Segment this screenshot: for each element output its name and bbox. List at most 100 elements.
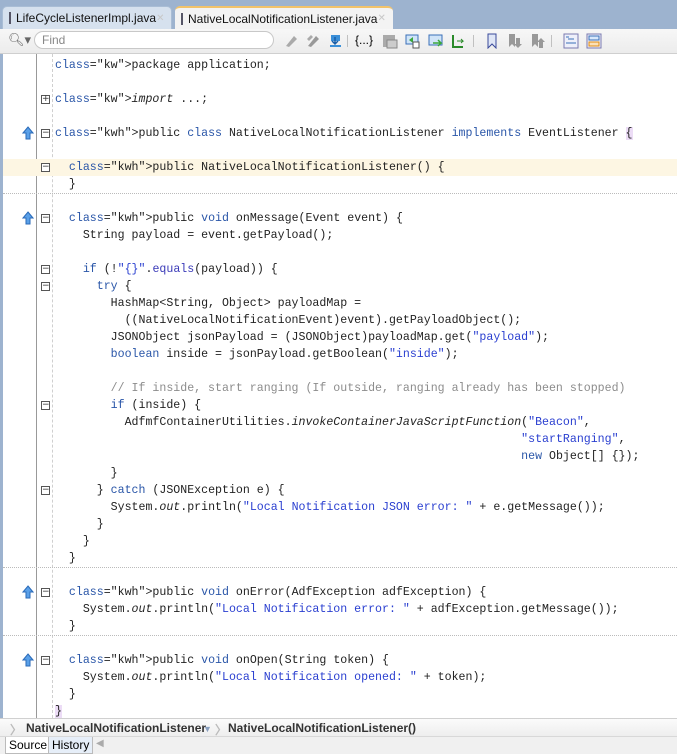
code-text: new Object[] {});	[521, 450, 640, 463]
collapse-fold-icon[interactable]: −	[41, 486, 50, 495]
editor-toolbar: 🔍︎▾ Find {...}	[0, 29, 677, 54]
tab-nativelocalnotificationlistener[interactable]: NativeLocalNotificationListener.java ✕	[175, 6, 393, 29]
code-line[interactable]	[3, 635, 677, 653]
code-line[interactable]: JSONObject jsonPayload = (JSONObject)pay…	[3, 329, 677, 346]
collapse-fold-icon[interactable]: −	[41, 282, 50, 291]
code-line[interactable]	[3, 142, 677, 159]
editor-tab-bar: LifeCycleListenerImpl.java ✕ NativeLocal…	[0, 0, 677, 29]
tab-label: NativeLocalNotificationListener.java	[188, 11, 378, 26]
code-line[interactable]: − if (!"{}".equals(payload)) {	[3, 261, 677, 278]
code-line[interactable]: ((NativeLocalNotificationEvent)event).ge…	[3, 312, 677, 329]
code-text: String payload = event.getPayload();	[55, 229, 334, 242]
code-line[interactable]: new Object[] {});	[3, 448, 677, 465]
shift-left-icon[interactable]	[405, 33, 421, 49]
code-text: "startRanging",	[521, 433, 626, 446]
override-arrow-up-icon[interactable]	[21, 126, 35, 140]
tab-lifecyclelistenerimpl[interactable]: LifeCycleListenerImpl.java ✕	[2, 6, 172, 29]
collapse-fold-icon[interactable]: −	[41, 401, 50, 410]
collapse-fold-icon[interactable]: −	[41, 163, 50, 172]
chevron-down-icon[interactable]: ▼	[203, 724, 212, 734]
override-arrow-up-icon[interactable]	[21, 653, 35, 667]
search-icon[interactable]: 🔍︎▾	[8, 32, 34, 50]
tab-history[interactable]: History	[48, 737, 94, 754]
code-line[interactable]: String payload = event.getPayload();	[3, 227, 677, 244]
code-line[interactable]: System.out.println("Local Notification J…	[3, 499, 677, 516]
code-line[interactable]: }	[3, 686, 677, 703]
code-text: if (!"{}".equals(payload)) {	[82, 263, 278, 276]
next-bookmark-icon[interactable]	[507, 33, 523, 49]
override-arrow-up-icon[interactable]	[21, 585, 35, 599]
code-line[interactable]	[3, 108, 677, 125]
code-text: }	[55, 688, 76, 701]
code-text: }	[55, 467, 118, 480]
code-text: }	[55, 620, 76, 633]
code-line[interactable]: System.out.println("Local Notification e…	[3, 601, 677, 618]
code-text: }	[55, 178, 76, 191]
code-line[interactable]: HashMap<String, Object> payloadMap =	[3, 295, 677, 312]
collapse-fold-icon[interactable]: −	[41, 129, 50, 138]
close-icon[interactable]: ✕	[156, 13, 164, 24]
uncomment-icon[interactable]	[586, 33, 602, 49]
code-line[interactable]	[3, 193, 677, 211]
collapse-fold-icon[interactable]: −	[41, 265, 50, 274]
tab-source[interactable]: Source	[5, 737, 52, 754]
previous-bookmark-icon[interactable]	[530, 33, 546, 49]
code-line[interactable]: }	[3, 550, 677, 567]
breadcrumb-constructor[interactable]: NativeLocalNotificationListener()	[228, 721, 416, 735]
code-text: JSONObject jsonPayload = (JSONObject)pay…	[55, 331, 549, 344]
comment-icon[interactable]	[563, 33, 579, 49]
code-line[interactable]: }	[3, 176, 677, 193]
code-line[interactable]	[3, 74, 677, 91]
collapse-fold-icon[interactable]: −	[41, 214, 50, 223]
next-occurrence-icon[interactable]	[305, 33, 321, 49]
code-line[interactable]	[3, 244, 677, 261]
find-input[interactable]: Find	[34, 31, 274, 49]
toggle-line-numbers-icon[interactable]	[382, 33, 398, 49]
code-line[interactable]: − class="kwh">public class NativeLocalNot…	[3, 125, 677, 142]
code-line[interactable]: − try {	[3, 278, 677, 295]
code-line[interactable]: }	[3, 465, 677, 482]
code-text: }	[55, 518, 104, 531]
previous-occurrence-icon[interactable]	[283, 33, 299, 49]
toggle-highlight-icon[interactable]	[327, 33, 343, 49]
code-line[interactable]: class="kw">package application;	[3, 57, 677, 74]
code-line[interactable]: boolean inside = jsonPayload.getBoolean(…	[3, 346, 677, 363]
collapse-fold-icon[interactable]: −	[41, 656, 50, 665]
code-line[interactable]: − class="kwh">public NativeLocalNotifica…	[3, 159, 677, 176]
scroll-left-icon[interactable]: ◀	[96, 738, 104, 749]
format-icon[interactable]	[451, 33, 467, 49]
shift-right-icon[interactable]	[428, 33, 444, 49]
tab-label: LifeCycleListenerImpl.java	[16, 11, 157, 25]
code-line[interactable]: AdfmfContainerUtilities.invokeContainerJ…	[3, 414, 677, 431]
code-line[interactable]: − class="kwh">public void onError(AdfExc…	[3, 584, 677, 601]
code-text: if (inside) {	[110, 399, 202, 412]
code-line[interactable]: − } catch (JSONException e) {	[3, 482, 677, 499]
expand-fold-icon[interactable]: +	[41, 95, 50, 104]
code-editor[interactable]: class="kw">package application; + class="k…	[0, 54, 677, 718]
code-line[interactable]: System.out.println("Local Notification o…	[3, 669, 677, 686]
code-line[interactable]: }	[3, 533, 677, 550]
code-line[interactable]: }	[3, 516, 677, 533]
code-line[interactable]: − class="kwh">public void onOpen(String …	[3, 652, 677, 669]
code-text: class="kwh">public void onOpen(String to…	[68, 654, 389, 667]
code-line[interactable]: "startRanging",	[3, 431, 677, 448]
code-text: System.out.println("Local Notification J…	[55, 501, 605, 514]
code-text: boolean inside = jsonPayload.getBoolean(…	[110, 348, 459, 361]
toggle-bookmark-icon[interactable]	[484, 33, 500, 50]
close-icon[interactable]: ✕	[377, 13, 385, 24]
breadcrumb-class[interactable]: NativeLocalNotificationListener	[26, 721, 206, 735]
code-text: ((NativeLocalNotificationEvent)event).ge…	[55, 314, 522, 327]
code-line[interactable]: + class="kw">import ...;	[3, 91, 677, 108]
code-line[interactable]	[3, 567, 677, 585]
code-line[interactable]: // If inside, start ranging (If outside,…	[3, 380, 677, 397]
code-line[interactable]: }	[3, 618, 677, 635]
code-text: System.out.println("Local Notification o…	[55, 671, 487, 684]
collapse-fold-icon[interactable]: −	[41, 588, 50, 597]
match-brace-icon[interactable]: {...}	[355, 33, 373, 49]
code-line[interactable]	[3, 363, 677, 380]
code-line[interactable]: − if (inside) {	[3, 397, 677, 414]
code-text: class="kwh">public void onMessage(Event …	[68, 212, 403, 225]
code-text: HashMap<String, Object> payloadMap =	[55, 297, 362, 310]
code-line[interactable]: − class="kwh">public void onMessage(Even…	[3, 210, 677, 227]
override-arrow-up-icon[interactable]	[21, 211, 35, 225]
